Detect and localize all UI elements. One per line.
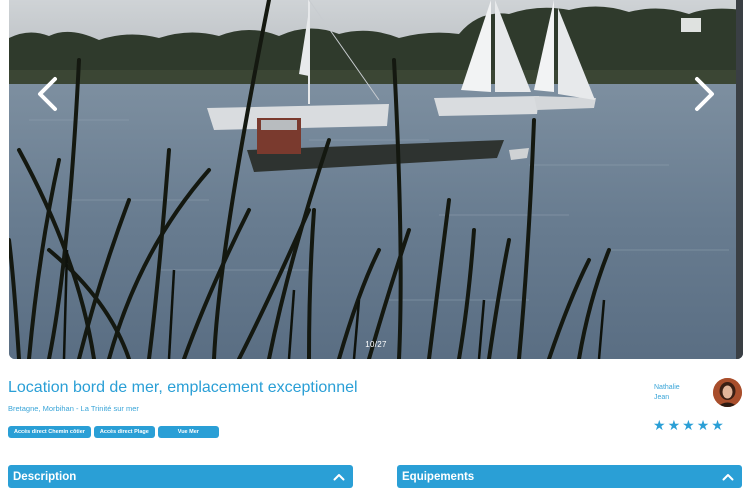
star-icon: ★ [653, 418, 666, 434]
photo-gallery[interactable]: 10/27 [9, 0, 743, 359]
description-label: Description [13, 470, 77, 483]
star-icon: ★ [682, 418, 695, 434]
star-icon: ★ [696, 418, 710, 434]
listing-location: Bretagne, Morbihan - La Trinité sur mer [8, 404, 139, 413]
host-rating: ★ ★ ★ ★ ★ [653, 419, 724, 433]
chevron-up-icon [722, 471, 734, 483]
host-avatar[interactable] [713, 378, 742, 407]
avatar-image [713, 378, 742, 407]
feature-tag: Vue Mer [157, 426, 219, 438]
host-last-name: Jean [654, 394, 670, 401]
equipment-accordion[interactable]: Equipements [397, 465, 742, 488]
feature-tags: Accès direct Chemin côtier Accès direct … [8, 426, 219, 438]
gallery-next-button[interactable] [685, 74, 725, 114]
star-icon: ★ [711, 418, 724, 434]
gallery-counter: 10/27 [365, 340, 387, 349]
host-first-name: Nathalie [654, 384, 680, 391]
listing-title: Location bord de mer, emplacement except… [8, 379, 358, 396]
feature-tag: Accès direct Chemin côtier [8, 426, 91, 438]
star-icon: ★ [667, 418, 681, 434]
chevron-up-icon [333, 471, 345, 483]
feature-tag: Accès direct Plage [93, 426, 155, 438]
gallery-photo [9, 0, 743, 359]
chevron-left-icon [38, 77, 57, 111]
equipment-label: Equipements [402, 470, 475, 483]
description-accordion[interactable]: Description [8, 465, 353, 488]
chevron-right-icon [695, 77, 714, 111]
host-name[interactable]: Nathalie Jean [654, 383, 680, 403]
gallery-prev-button[interactable] [27, 74, 67, 114]
